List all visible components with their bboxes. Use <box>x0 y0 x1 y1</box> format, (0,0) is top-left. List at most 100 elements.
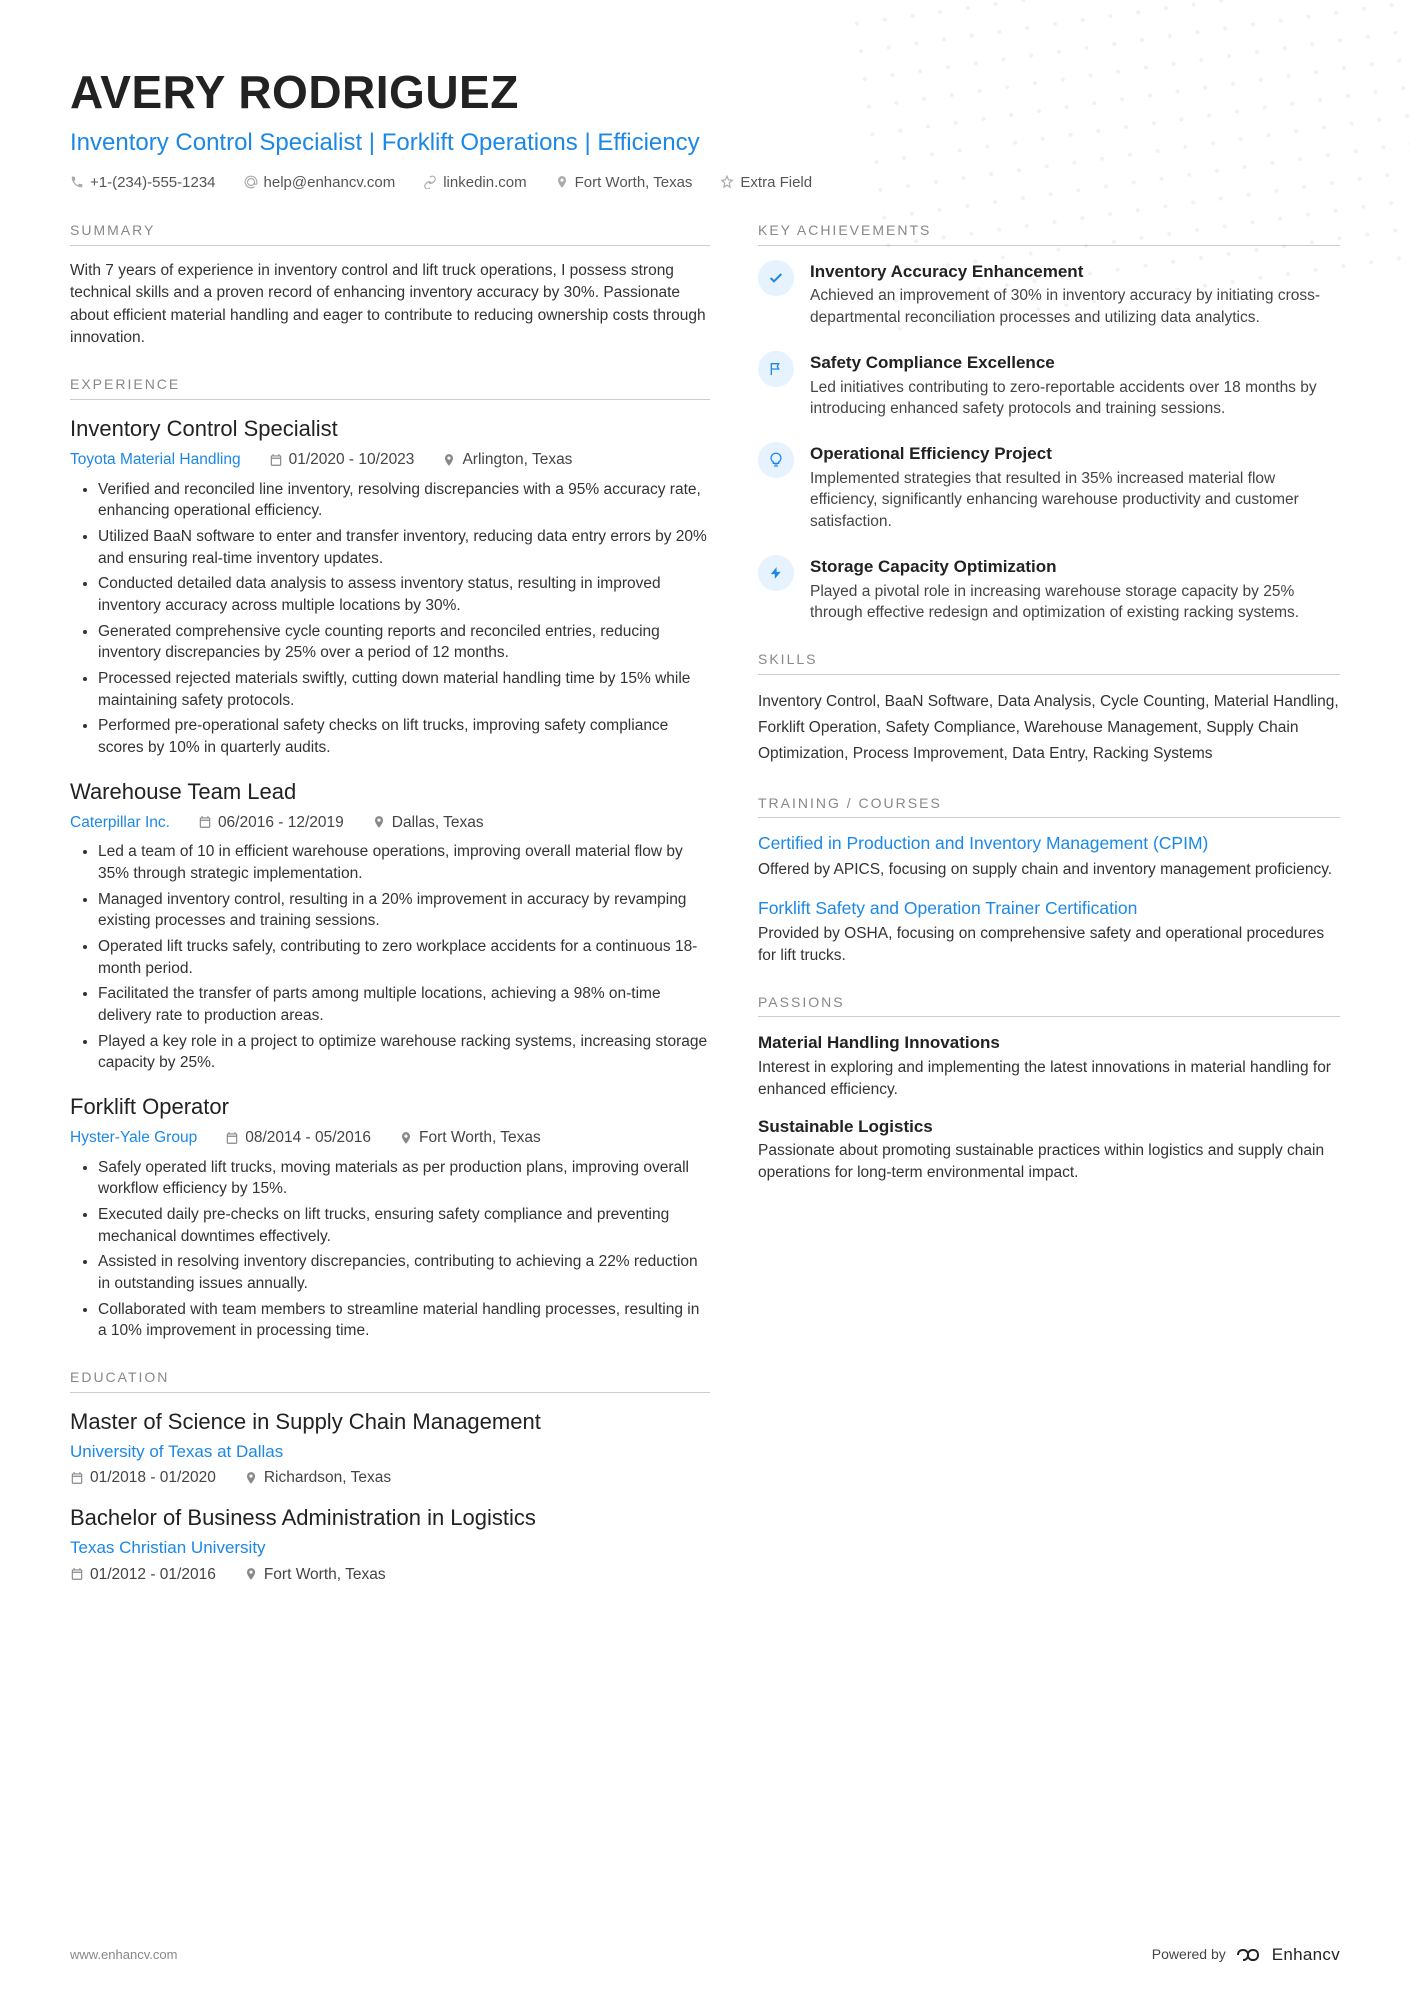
achievement-item: Operational Efficiency Project Implement… <box>758 442 1340 533</box>
achievement-item: Inventory Accuracy Enhancement Achieved … <box>758 260 1340 329</box>
education-item: Master of Science in Supply Chain Manage… <box>70 1407 710 1489</box>
email: help@enhancv.com <box>244 172 396 193</box>
bullet-item: Performed pre-operational safety checks … <box>98 715 710 758</box>
pin-icon <box>442 453 456 467</box>
calendar-icon <box>70 1567 84 1581</box>
phone: +1-(234)-555-1234 <box>70 172 216 193</box>
bolt-icon <box>758 555 794 591</box>
bullet-item: Verified and reconciled line inventory, … <box>98 479 710 522</box>
columns: SUMMARY With 7 years of experience in in… <box>70 221 1340 1611</box>
achievement-desc: Played a pivotal role in increasing ware… <box>810 581 1340 624</box>
education-section: EDUCATION Master of Science in Supply Ch… <box>70 1368 710 1585</box>
bulb-icon <box>758 442 794 478</box>
linkedin: linkedin.com <box>423 172 526 193</box>
training-heading: TRAINING / COURSES <box>758 794 1340 819</box>
achievement-body: Operational Efficiency Project Implement… <box>810 442 1340 533</box>
powered-label: Powered by <box>1152 1945 1226 1965</box>
flag-icon <box>758 351 794 387</box>
job-title: Forklift Operator <box>70 1092 710 1123</box>
pin-icon <box>372 815 386 829</box>
bullet-item: Utilized BaaN software to enter and tran… <box>98 526 710 569</box>
degree: Master of Science in Supply Chain Manage… <box>70 1407 710 1438</box>
passions-section: PASSIONS Material Handling Innovations I… <box>758 993 1340 1184</box>
check-icon <box>758 260 794 296</box>
bullet-item: Executed daily pre-checks on lift trucks… <box>98 1204 710 1247</box>
phone-icon <box>70 175 84 189</box>
bullet-item: Led a team of 10 in efficient warehouse … <box>98 841 710 884</box>
pin-icon <box>244 1471 258 1485</box>
company-name: Toyota Material Handling <box>70 449 241 471</box>
bullet-item: Safely operated lift trucks, moving mate… <box>98 1157 710 1200</box>
job-title: Inventory Control Specialist <box>70 414 710 445</box>
job-location: Arlington, Texas <box>442 449 572 471</box>
location: Fort Worth, Texas <box>555 172 693 193</box>
achievement-title: Storage Capacity Optimization <box>810 555 1340 579</box>
achievement-title: Safety Compliance Excellence <box>810 351 1340 375</box>
school: University of Texas at Dallas <box>70 1440 710 1464</box>
bullet-item: Collaborated with team members to stream… <box>98 1299 710 1342</box>
passion-desc: Interest in exploring and implementing t… <box>758 1057 1340 1100</box>
passion-title: Sustainable Logistics <box>758 1115 1340 1139</box>
job-bullets: Safely operated lift trucks, moving mate… <box>70 1157 710 1343</box>
company-name: Hyster-Yale Group <box>70 1127 197 1149</box>
candidate-name: AVERY RODRIGUEZ <box>70 60 1340 124</box>
enhancv-brand: Enhancv <box>1272 1943 1340 1967</box>
passion-item: Sustainable Logistics Passionate about p… <box>758 1115 1340 1184</box>
summary-text: With 7 years of experience in inventory … <box>70 260 710 350</box>
bullet-item: Managed inventory control, resulting in … <box>98 889 710 932</box>
education-item: Bachelor of Business Administration in L… <box>70 1503 710 1585</box>
bullet-item: Assisted in resolving inventory discrepa… <box>98 1251 710 1294</box>
experience-item: Forklift Operator Hyster-Yale Group 08/2… <box>70 1092 710 1342</box>
edu-dates: 01/2018 - 01/2020 <box>70 1467 216 1489</box>
experience-item: Warehouse Team Lead Caterpillar Inc. 06/… <box>70 777 710 1074</box>
training-item: Forklift Safety and Operation Trainer Ce… <box>758 897 1340 967</box>
location-text: Fort Worth, Texas <box>575 172 693 193</box>
achievement-body: Inventory Accuracy Enhancement Achieved … <box>810 260 1340 329</box>
school: Texas Christian University <box>70 1536 710 1560</box>
edu-location: Richardson, Texas <box>244 1467 391 1489</box>
job-location: Fort Worth, Texas <box>399 1127 541 1149</box>
bullet-item: Processed rejected materials swiftly, cu… <box>98 668 710 711</box>
bullet-item: Played a key role in a project to optimi… <box>98 1031 710 1074</box>
job-meta: Hyster-Yale Group 08/2014 - 05/2016 Fort… <box>70 1127 710 1149</box>
edu-dates: 01/2012 - 01/2016 <box>70 1564 216 1586</box>
summary-section: SUMMARY With 7 years of experience in in… <box>70 221 710 349</box>
passion-title: Material Handling Innovations <box>758 1031 1340 1055</box>
powered-by: Powered by Enhancv <box>1152 1943 1340 1967</box>
extra-field: Extra Field <box>720 172 812 193</box>
training-desc: Provided by OSHA, focusing on comprehens… <box>758 923 1340 966</box>
link-icon <box>423 175 437 189</box>
experience-item: Inventory Control Specialist Toyota Mate… <box>70 414 710 759</box>
passion-item: Material Handling Innovations Interest i… <box>758 1031 1340 1100</box>
job-dates: 08/2014 - 05/2016 <box>225 1127 371 1149</box>
experience-heading: EXPERIENCE <box>70 375 710 400</box>
phone-text: +1-(234)-555-1234 <box>90 172 216 193</box>
achievement-body: Storage Capacity Optimization Played a p… <box>810 555 1340 624</box>
achievement-item: Safety Compliance Excellence Led initiat… <box>758 351 1340 420</box>
star-icon <box>720 175 734 189</box>
calendar-icon <box>70 1471 84 1485</box>
summary-heading: SUMMARY <box>70 221 710 246</box>
linkedin-text: linkedin.com <box>443 172 526 193</box>
job-dates: 01/2020 - 10/2023 <box>269 449 415 471</box>
bullet-item: Operated lift trucks safely, contributin… <box>98 936 710 979</box>
education-heading: EDUCATION <box>70 1368 710 1393</box>
pin-icon <box>244 1567 258 1581</box>
right-column: KEY ACHIEVEMENTS Inventory Accuracy Enha… <box>758 221 1340 1611</box>
pin-icon <box>399 1131 413 1145</box>
achievements-heading: KEY ACHIEVEMENTS <box>758 221 1340 246</box>
bullet-item: Facilitated the transfer of parts among … <box>98 983 710 1026</box>
pin-icon <box>555 175 569 189</box>
contact-row: +1-(234)-555-1234 help@enhancv.com linke… <box>70 172 1340 193</box>
achievement-title: Operational Efficiency Project <box>810 442 1340 466</box>
extra-text: Extra Field <box>740 172 812 193</box>
training-desc: Offered by APICS, focusing on supply cha… <box>758 859 1340 881</box>
training-title: Forklift Safety and Operation Trainer Ce… <box>758 897 1340 920</box>
at-icon <box>244 175 258 189</box>
header: AVERY RODRIGUEZ Inventory Control Specia… <box>70 60 1340 193</box>
job-meta: Caterpillar Inc. 06/2016 - 12/2019 Dalla… <box>70 812 710 834</box>
candidate-subtitle: Inventory Control Specialist | Forklift … <box>70 126 1340 160</box>
achievement-desc: Led initiatives contributing to zero-rep… <box>810 377 1340 420</box>
left-column: SUMMARY With 7 years of experience in in… <box>70 221 710 1611</box>
calendar-icon <box>198 815 212 829</box>
